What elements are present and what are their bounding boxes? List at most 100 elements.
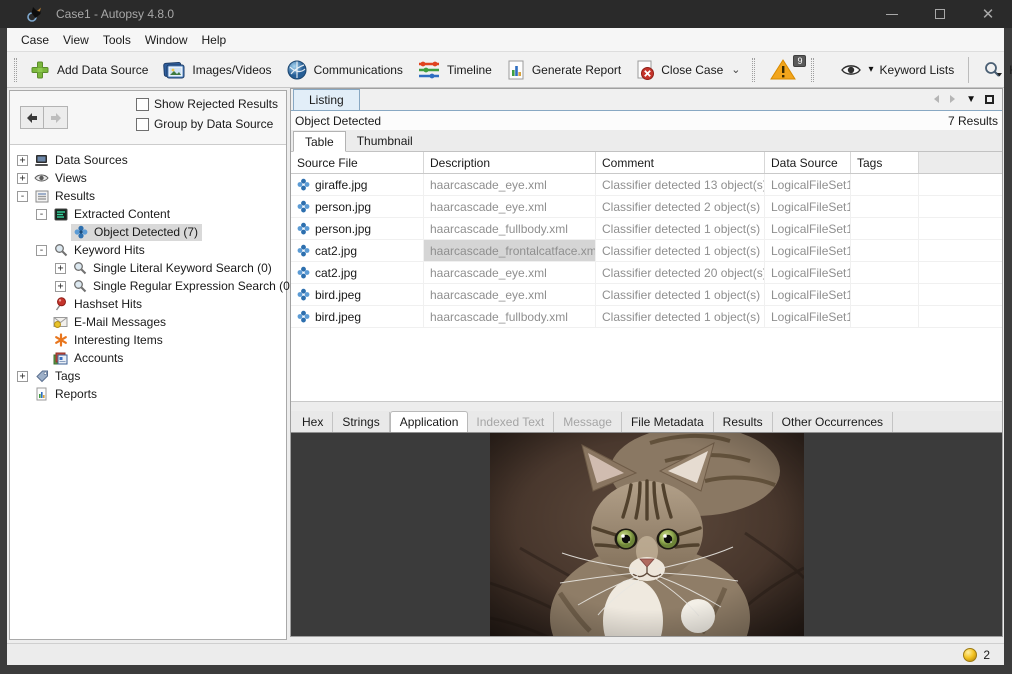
- notifications-warning-button[interactable]: 9: [760, 56, 806, 83]
- close-case-dropdown-icon[interactable]: ⌄: [731, 63, 740, 76]
- table-row[interactable]: person.jpg haarcascade_eye.xml Classifie…: [291, 196, 1002, 218]
- tree-item-reports[interactable]: Reports: [10, 385, 286, 403]
- column-header-source-file[interactable]: Source File: [291, 152, 424, 173]
- group-by-data-source-checkbox[interactable]: Group by Data Source: [136, 117, 278, 131]
- collapse-icon[interactable]: -: [36, 245, 47, 256]
- object-detected-icon: [297, 288, 310, 301]
- status-bar: 2: [7, 643, 1004, 665]
- tree-item-email-messages[interactable]: E-Mail Messages: [10, 313, 286, 331]
- tags-icon: [33, 369, 50, 384]
- show-rejected-results-checkbox[interactable]: Show Rejected Results: [136, 97, 278, 111]
- tree-item-keyword-hits[interactable]: - Keyword Hits: [10, 241, 286, 259]
- tree-item-interesting-items[interactable]: Interesting Items: [10, 331, 286, 349]
- tree-item-single-regular-expression-search[interactable]: + Single Regular Expression Search (0): [10, 277, 286, 295]
- table-row[interactable]: cat2.jpg haarcascade_eye.xml Classifier …: [291, 262, 1002, 284]
- timeline-icon: [417, 60, 441, 80]
- tab-listing[interactable]: Listing: [293, 89, 360, 110]
- add-data-source-button[interactable]: Add Data Source: [22, 56, 155, 84]
- cell-comment: Classifier detected 1 object(s): [596, 284, 765, 305]
- table-row[interactable]: bird.jpeg haarcascade_fullbody.xml Class…: [291, 306, 1002, 328]
- expand-icon[interactable]: +: [17, 173, 28, 184]
- table-row-selected[interactable]: cat2.jpg haarcascade_frontalcatface.xml …: [291, 240, 1002, 262]
- results-icon: [33, 189, 50, 204]
- keyword-search-button[interactable]: Keyword Search: [976, 58, 1012, 82]
- document-tab-bar: Listing ▼: [291, 89, 1002, 111]
- tree-item-extracted-content[interactable]: - Extracted Content: [10, 205, 286, 223]
- tab-other-occurrences[interactable]: Other Occurrences: [773, 412, 893, 432]
- cell-tags: [851, 218, 919, 239]
- cell-description: haarcascade_fullbody.xml: [424, 218, 596, 239]
- expand-icon[interactable]: +: [17, 371, 28, 382]
- column-header-description[interactable]: Description: [424, 152, 596, 173]
- tab-strings[interactable]: Strings: [333, 412, 389, 432]
- scroll-tabs-left-icon[interactable]: [932, 94, 940, 104]
- views-eye-icon: [33, 171, 50, 186]
- cell-tags: [851, 240, 919, 261]
- column-header-filler: [919, 152, 1002, 173]
- menu-view[interactable]: View: [56, 28, 96, 51]
- forward-button[interactable]: [44, 106, 68, 129]
- table-row[interactable]: person.jpg haarcascade_fullbody.xml Clas…: [291, 218, 1002, 240]
- communications-button[interactable]: Communications: [279, 56, 410, 84]
- generate-report-button[interactable]: Generate Report: [499, 56, 628, 84]
- tree-item-views[interactable]: + Views: [10, 169, 286, 187]
- timeline-button[interactable]: Timeline: [410, 57, 499, 83]
- close-case-button[interactable]: Close Case ⌄: [628, 56, 747, 84]
- cell-tags: [851, 306, 919, 327]
- tab-hex[interactable]: Hex: [293, 412, 333, 432]
- keyword-lists-button[interactable]: ▾ Keyword Lists: [833, 60, 961, 80]
- hashset-hits-pin-icon: [52, 297, 69, 312]
- tab-application[interactable]: Application: [390, 411, 469, 432]
- cell-comment: Classifier detected 13 object(s): [596, 174, 765, 195]
- back-button[interactable]: [20, 106, 44, 129]
- maximize-button[interactable]: [916, 0, 964, 28]
- tree-item-data-sources[interactable]: + Data Sources: [10, 151, 286, 169]
- toolbar-grip: [811, 58, 814, 82]
- close-button[interactable]: ✕: [964, 0, 1012, 28]
- tree-item-results[interactable]: - Results: [10, 187, 286, 205]
- close-case-label: Close Case: [661, 63, 723, 77]
- menu-tools[interactable]: Tools: [96, 28, 138, 51]
- table-row[interactable]: giraffe.jpg haarcascade_eye.xml Classifi…: [291, 174, 1002, 196]
- data-sources-icon: [33, 153, 50, 168]
- expand-icon[interactable]: +: [55, 281, 66, 292]
- collapse-icon[interactable]: -: [36, 209, 47, 220]
- column-header-data-source[interactable]: Data Source: [765, 152, 851, 173]
- menu-window[interactable]: Window: [138, 28, 195, 51]
- scroll-tabs-right-icon[interactable]: [949, 94, 957, 104]
- images-videos-button[interactable]: Images/Videos: [155, 56, 278, 84]
- cell-data-source: LogicalFileSet1: [765, 174, 851, 195]
- maximize-panel-icon[interactable]: [985, 95, 994, 104]
- toolbar-grip: [752, 58, 755, 82]
- table-row[interactable]: bird.jpeg haarcascade_eye.xml Classifier…: [291, 284, 1002, 306]
- menu-case[interactable]: Case: [14, 28, 56, 51]
- tree-item-accounts[interactable]: Accounts: [10, 349, 286, 367]
- tab-table[interactable]: Table: [293, 131, 346, 152]
- expand-icon[interactable]: +: [17, 155, 28, 166]
- listing-panel: Listing ▼ Object Detected 7 Results Tabl…: [290, 88, 1003, 637]
- tab-results[interactable]: Results: [714, 412, 773, 432]
- tree-item-hashset-hits[interactable]: Hashset Hits: [10, 295, 286, 313]
- cell-description: haarcascade_fullbody.xml: [424, 306, 596, 327]
- timeline-label: Timeline: [447, 63, 492, 77]
- column-header-tags[interactable]: Tags: [851, 152, 919, 173]
- tree-item-single-literal-keyword-search[interactable]: + Single Literal Keyword Search (0): [10, 259, 286, 277]
- cell-data-source: LogicalFileSet1: [765, 284, 851, 305]
- expand-icon[interactable]: +: [55, 263, 66, 274]
- menu-help[interactable]: Help: [195, 28, 234, 51]
- tab-file-metadata[interactable]: File Metadata: [622, 412, 714, 432]
- communications-icon: [286, 59, 308, 81]
- column-header-comment[interactable]: Comment: [596, 152, 765, 173]
- collapse-icon[interactable]: -: [17, 191, 28, 202]
- horizontal-splitter[interactable]: [291, 401, 1002, 411]
- tree-item-object-detected[interactable]: Object Detected (7): [10, 223, 286, 241]
- generate-report-label: Generate Report: [532, 63, 621, 77]
- tree-item-tags[interactable]: + Tags: [10, 367, 286, 385]
- background-tasks-icon[interactable]: [963, 648, 977, 662]
- minimize-button[interactable]: [868, 0, 916, 28]
- communications-label: Communications: [314, 63, 403, 77]
- main-content: Show Rejected Results Group by Data Sour…: [7, 88, 1004, 643]
- tab-list-dropdown-icon[interactable]: ▼: [966, 94, 976, 105]
- tab-thumbnail[interactable]: Thumbnail: [346, 130, 424, 151]
- toolbar: Add Data Source Images/Videos Communicat…: [7, 52, 1004, 88]
